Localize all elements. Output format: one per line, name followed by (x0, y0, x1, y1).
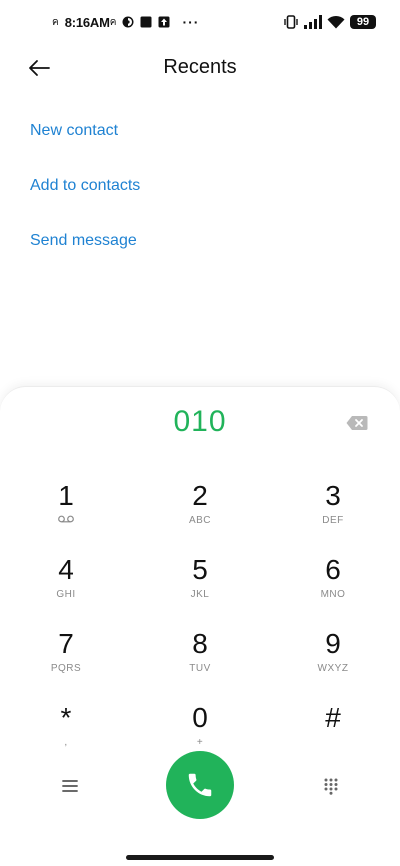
key-7[interactable]: 7 PQRS (26, 627, 106, 693)
keypad-toggle-button[interactable] (322, 777, 340, 795)
upload-icon (158, 16, 170, 28)
key-sub (26, 515, 106, 529)
new-contact-link[interactable]: New contact (30, 118, 140, 173)
header: Recents (0, 44, 400, 92)
key-sub: , (64, 737, 68, 748)
key-sub: JKL (190, 589, 210, 600)
key-digit: 1 (58, 480, 74, 511)
signal-icon (304, 15, 322, 29)
battery-indicator: 99 (350, 15, 376, 29)
dialpad-icon (324, 778, 338, 795)
key-sub: GHI (56, 589, 76, 600)
key-9[interactable]: 9 WXYZ (293, 627, 373, 693)
action-list: New contact Add to contacts Send message (30, 118, 140, 283)
status-time: 8:16AM (64, 14, 110, 30)
key-digit: 7 (58, 628, 74, 659)
key-digit: 6 (325, 554, 341, 585)
key-3[interactable]: 3 DEF (293, 479, 373, 545)
key-digit: * (60, 702, 72, 733)
call-button[interactable] (166, 751, 234, 819)
home-indicator[interactable] (126, 855, 274, 860)
vpn-icon (122, 16, 134, 28)
status-bar: ค 8:16AM ค ··· 99 (0, 0, 400, 44)
key-digit: 3 (325, 480, 341, 511)
key-5[interactable]: 5 JKL (160, 553, 240, 619)
carrier-right: ค (109, 16, 117, 28)
key-sub: + (196, 737, 204, 748)
key-2[interactable]: 2 ABC (160, 479, 240, 545)
key-sub: DEF (322, 515, 344, 526)
status-right: 99 (283, 15, 376, 29)
status-left: ค 8:16AM ค ··· (52, 14, 199, 30)
key-sub: WXYZ (317, 663, 349, 674)
key-sub: MNO (320, 589, 346, 600)
key-sub (293, 737, 373, 751)
dialer-bottom-bar (0, 751, 400, 823)
key-digit: 8 (192, 628, 208, 659)
menu-button[interactable] (60, 777, 80, 795)
wifi-icon (327, 15, 345, 29)
key-4[interactable]: 4 GHI (26, 553, 106, 619)
notification-square-icon (140, 16, 152, 28)
key-sub: ABC (188, 515, 212, 526)
backspace-icon (346, 416, 368, 430)
phone-screen: ค 8:16AM ค ··· 99 Recents New contact Ad… (0, 0, 400, 866)
key-sub: TUV (189, 663, 211, 674)
carrier-left: ค (52, 16, 59, 28)
backspace-button[interactable] (346, 415, 368, 431)
phone-icon (188, 773, 212, 797)
dialed-number[interactable]: 010 (0, 405, 400, 439)
vibrate-icon (284, 15, 298, 29)
hamburger-menu-icon (62, 780, 78, 792)
dialpad-panel: 010 1 2 ABC 3 DEF 4 GHI 5 JKL 6 MNO 7 PQ… (0, 386, 400, 866)
key-digit: 9 (325, 628, 341, 659)
key-1[interactable]: 1 (26, 479, 106, 545)
add-to-contacts-link[interactable]: Add to contacts (30, 173, 140, 228)
more-notifications: ··· (182, 14, 200, 30)
key-digit: 4 (58, 554, 74, 585)
page-title: Recents (163, 56, 237, 78)
key-sub: PQRS (50, 663, 82, 674)
key-6[interactable]: 6 MNO (293, 553, 373, 619)
key-digit: 2 (192, 480, 208, 511)
voicemail-icon (58, 515, 74, 523)
key-digit: 5 (192, 554, 208, 585)
key-digit: # (325, 702, 341, 733)
send-message-link[interactable]: Send message (30, 228, 140, 283)
key-8[interactable]: 8 TUV (160, 627, 240, 693)
key-digit: 0 (192, 702, 208, 733)
